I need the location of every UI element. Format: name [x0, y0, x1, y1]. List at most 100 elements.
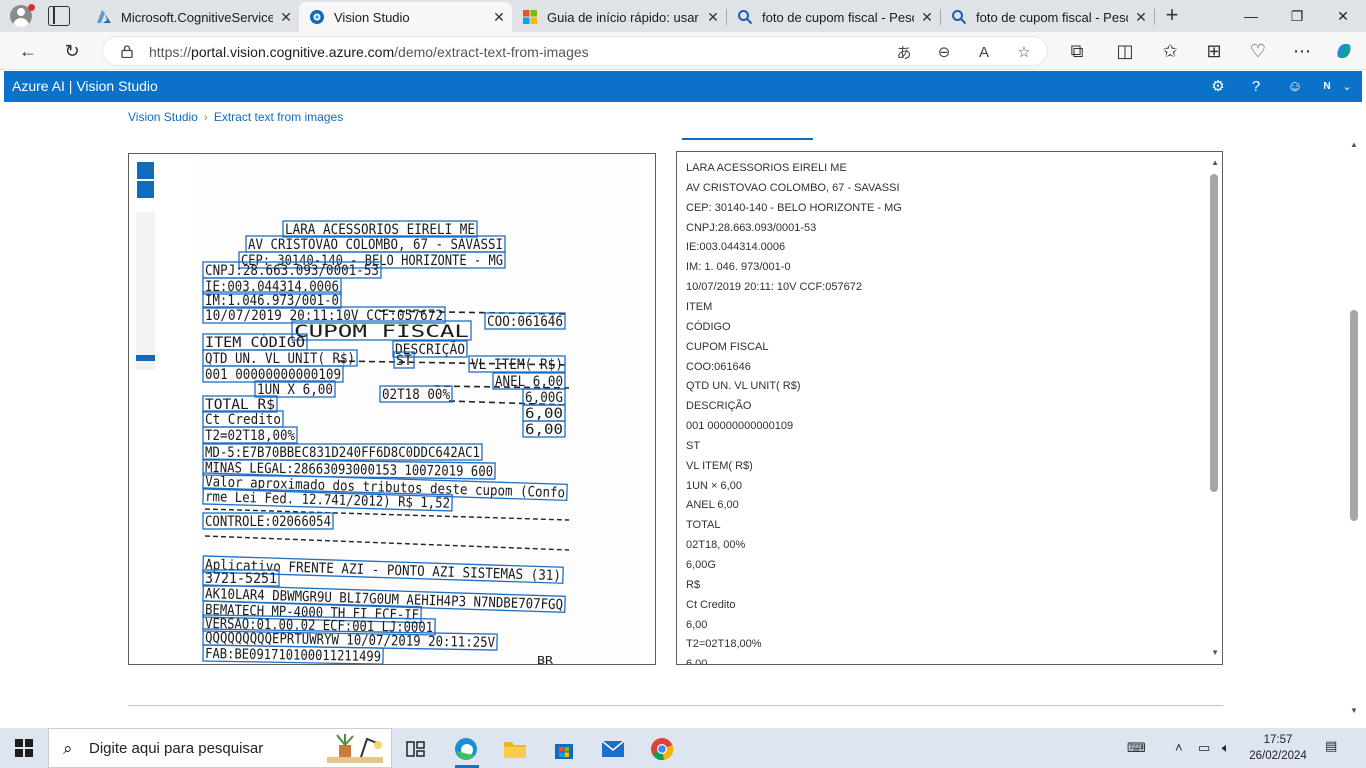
- edge-browser-icon[interactable]: [453, 736, 479, 762]
- receipt-line-text: AV CRISTOVAO COLOMBO, 67 - SAVASSI: [248, 237, 503, 253]
- volume-icon[interactable]: 🔈︎: [1222, 740, 1230, 756]
- mail-icon[interactable]: [600, 736, 626, 762]
- breadcrumb-current[interactable]: Extract text from images: [214, 110, 343, 124]
- breadcrumb-root-link[interactable]: Vision Studio: [128, 110, 198, 124]
- text-panel-scrollbar-thumb[interactable]: [1210, 174, 1218, 492]
- tab-divider: [726, 9, 727, 25]
- browser-tab-cognitive-services[interactable]: Microsoft.CognitiveServicesA ✕: [86, 2, 299, 32]
- tab-title: foto de cupom fiscal - Pesqui: [976, 9, 1128, 25]
- receipt-line-text: T2=02T18,00%: [205, 428, 295, 444]
- tab-close-icon[interactable]: ✕: [700, 9, 726, 26]
- extracted-text-line: Ct Credito: [686, 598, 736, 611]
- extensions-icon[interactable]: ⧉: [1065, 39, 1089, 63]
- task-view-icon[interactable]: [403, 736, 429, 762]
- help-icon[interactable]: ?: [1246, 76, 1266, 96]
- more-options-icon[interactable]: ⋯: [1290, 39, 1314, 63]
- extracted-text-line: LARA ACESSORIOS EIRELI ME: [686, 162, 847, 174]
- favorite-star-icon[interactable]: ☆: [1013, 41, 1035, 63]
- url-host: portal.vision.cognitive.azure.com: [191, 44, 395, 60]
- zoom-out-button[interactable]: [137, 181, 154, 198]
- translate-icon[interactable]: あ: [893, 41, 915, 63]
- extracted-text-line: ANEL 6,00: [686, 499, 739, 512]
- app-brand-title[interactable]: Azure AI | Vision Studio: [12, 78, 158, 94]
- receipt-line: ANEL 6,00: [492, 372, 566, 390]
- tab-close-icon[interactable]: ✕: [914, 9, 940, 26]
- read-aloud-icon[interactable]: A: [973, 41, 995, 63]
- user-initial[interactable]: N: [1317, 76, 1337, 96]
- extracted-text-panel[interactable]: LARA ACESSORIOS EIRELI ME AV CRISTOVAO CO…: [676, 151, 1223, 665]
- back-button[interactable]: ←: [16, 39, 40, 63]
- minimize-button[interactable]: —: [1228, 0, 1274, 32]
- keyboard-icon[interactable]: ⌨: [1127, 740, 1146, 756]
- extracted-text-line: 6,00: [686, 658, 708, 665]
- section-divider: [128, 705, 1223, 706]
- taskbar-search-box[interactable]: ⌕ Digite aqui para pesquisar: [48, 728, 392, 768]
- file-explorer-icon[interactable]: [502, 736, 528, 762]
- selected-tab-underline: [682, 138, 813, 140]
- feedback-smiley-icon[interactable]: ☺: [1285, 76, 1305, 96]
- receipt-line: 6,00: [522, 420, 566, 438]
- chrome-icon[interactable]: [649, 736, 675, 762]
- restore-button[interactable]: ❐: [1274, 0, 1320, 32]
- browser-toolbar: ← ↻ https://portal.vision.cognitive.azur…: [0, 32, 1366, 70]
- settings-gear-icon[interactable]: ⚙: [1208, 76, 1228, 96]
- receipt-line-text: CUPOM FISCAL: [294, 322, 469, 342]
- url-text[interactable]: https://portal.vision.cognitive.azure.co…: [149, 44, 589, 60]
- address-bar[interactable]: https://portal.vision.cognitive.azure.co…: [102, 36, 1048, 66]
- network-icon[interactable]: ▭: [1198, 740, 1210, 756]
- url-scheme: https://: [149, 44, 192, 60]
- extracted-text-line: 001 00000000000109: [686, 420, 794, 433]
- tab-close-icon[interactable]: ✕: [1128, 9, 1154, 26]
- chevron-down-icon[interactable]: ⌄: [1337, 76, 1357, 96]
- clock-time: 17:57: [1263, 734, 1293, 746]
- page-scroll-up-arrow-icon[interactable]: ▲: [1350, 140, 1358, 149]
- receipt-line: CNPJ:28.663.093/0001-53: [202, 261, 382, 279]
- browser-tab-guia-inicio[interactable]: Guia de início rápido: usar o ✕: [512, 2, 726, 32]
- browser-tab-strip: Microsoft.CognitiveServicesA ✕ Vision St…: [0, 0, 1366, 32]
- notifications-icon[interactable]: ▤: [1325, 738, 1337, 754]
- receipt-line: T2=02T18,00%: [202, 426, 298, 444]
- extracted-text-line: ITEM: [686, 300, 713, 313]
- receipt-line-text: ANEL 6,00: [495, 374, 563, 390]
- browser-tab-vision-studio[interactable]: Vision Studio ✕: [299, 2, 512, 32]
- lock-icon[interactable]: [121, 45, 133, 58]
- zoom-in-button[interactable]: [137, 162, 154, 179]
- zoom-slider-track[interactable]: [136, 212, 155, 370]
- scroll-up-arrow-icon[interactable]: ▲: [1211, 158, 1219, 167]
- browser-tab-search-1[interactable]: foto de cupom fiscal - Pesqui ✕: [727, 2, 940, 32]
- tab-close-icon[interactable]: ✕: [486, 9, 512, 26]
- receipt-line-text: 02T18 00%: [382, 387, 451, 403]
- extracted-text-line: TOTAL: [686, 519, 721, 532]
- receipt-line: 6,00: [522, 404, 566, 422]
- search-highlight-illustration-icon: [327, 734, 383, 763]
- windows-start-icon[interactable]: [15, 739, 33, 757]
- microsoft-store-icon[interactable]: [551, 736, 577, 762]
- page-scrollbar-thumb[interactable]: [1350, 310, 1358, 521]
- show-hidden-icons-chevron-icon[interactable]: ˄: [1175, 740, 1183, 755]
- zoom-out-icon[interactable]: ⊖: [933, 41, 955, 63]
- new-tab-button[interactable]: +: [1159, 4, 1185, 28]
- extracted-text-line: R$: [686, 578, 701, 591]
- extracted-text-line: 6,00G: [686, 559, 716, 571]
- receipt-line-text: 6,00: [525, 422, 563, 438]
- tab-close-icon[interactable]: ✕: [273, 9, 299, 26]
- tab-actions-icon[interactable]: [48, 6, 70, 26]
- collections-icon[interactable]: ⊞: [1202, 39, 1226, 63]
- browser-tab-search-2[interactable]: foto de cupom fiscal - Pesqui ✕: [941, 2, 1154, 32]
- browser-essentials-icon[interactable]: ♡: [1246, 39, 1270, 63]
- search-icon: [952, 10, 967, 25]
- split-screen-icon[interactable]: ◫: [1113, 39, 1137, 63]
- extracted-text-line: CÓDIGO: [686, 320, 731, 333]
- copilot-icon[interactable]: [1332, 39, 1356, 63]
- tab-divider: [1154, 9, 1155, 25]
- scroll-down-arrow-icon[interactable]: ▼: [1211, 648, 1219, 657]
- zoom-slider-thumb[interactable]: [136, 355, 155, 361]
- close-window-button[interactable]: ✕: [1320, 0, 1366, 32]
- receipt-line: 6,00G: [522, 388, 566, 406]
- taskbar-clock[interactable]: 17:57 26/02/2024: [1248, 732, 1308, 764]
- page-scroll-down-arrow-icon[interactable]: ▼: [1350, 706, 1358, 715]
- search-placeholder: Digite aqui para pesquisar: [89, 740, 264, 757]
- breadcrumb: Vision Studio › Extract text from images: [128, 110, 343, 124]
- refresh-button[interactable]: ↻: [60, 39, 84, 63]
- favorites-icon[interactable]: ✩: [1158, 39, 1182, 63]
